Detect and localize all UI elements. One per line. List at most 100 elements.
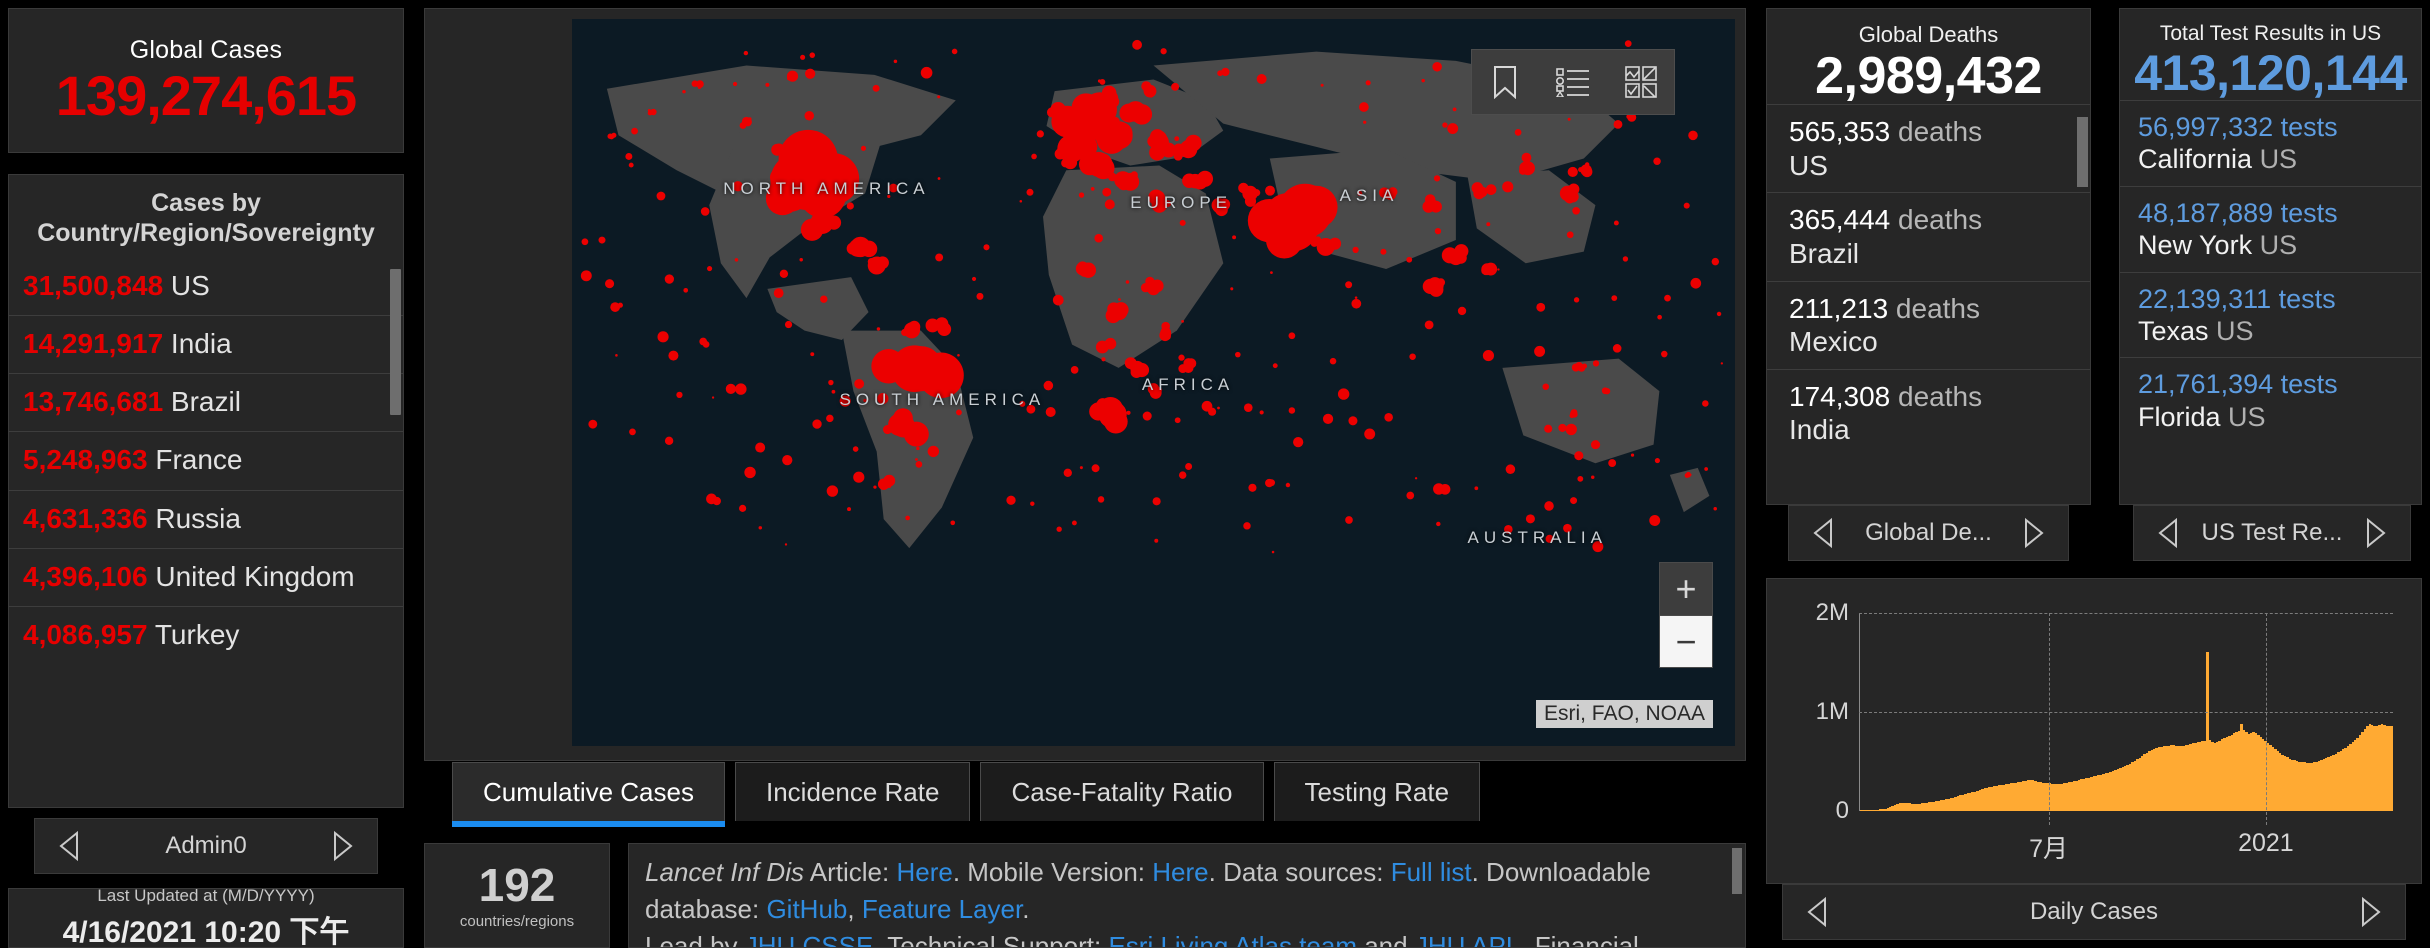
tests-item-suffix: US <box>2260 144 2298 174</box>
cases-item-value: 4,086,957 <box>23 619 148 650</box>
countries-count-label: countries/regions <box>460 913 574 930</box>
global-deaths-card: Global Deaths 2,989,432 565,353 deaths US… <box>1766 8 2091 505</box>
chevron-right-icon[interactable] <box>329 830 355 862</box>
legend-icon[interactable] <box>1550 59 1596 105</box>
us-tests-pager-label: US Test Re... <box>2182 519 2362 547</box>
chart-x-tick-label: 2021 <box>2238 829 2294 858</box>
countries-count-value: 192 <box>479 862 556 908</box>
global-deaths-pager-label: Global De... <box>1837 519 2020 547</box>
deaths-list-scrollbar[interactable] <box>2077 117 2088 187</box>
link-jhu-apl[interactable]: JHU APL <box>1415 931 1521 948</box>
tests-item-value: 21,761,394 <box>2138 369 2273 399</box>
basemap-gallery-icon[interactable] <box>1618 59 1664 105</box>
last-updated-card: Last Updated at (M/D/YYYY) 4/16/2021 10:… <box>8 888 404 948</box>
global-deaths-list[interactable]: 565,353 deaths US 365,444 deaths Brazil 211,… <box>1767 104 2090 457</box>
map-canvas[interactable]: NORTH AMERICA SOUTH AMERICA EUROPE ASIA AFRI… <box>572 19 1735 746</box>
chevron-right-icon[interactable] <box>2020 517 2046 549</box>
info-seg-1: Article: <box>804 857 896 887</box>
chart-y-tick-label: 1M <box>1816 698 1849 726</box>
tests-item-value: 22,139,311 <box>2138 284 2271 314</box>
map-label-australia: AUSTRALIA <box>1468 528 1607 548</box>
cases-list-item[interactable]: 14,291,917 India <box>9 315 403 373</box>
tab-testing-rate[interactable]: Testing Rate <box>1274 762 1481 821</box>
chevron-left-icon[interactable] <box>1805 896 1831 928</box>
cases-item-value: 5,248,963 <box>23 444 148 475</box>
deaths-item-value: 565,353 <box>1789 116 1890 147</box>
map-panel: NORTH AMERICA SOUTH AMERICA EUROPE ASIA AFRI… <box>424 8 1746 761</box>
cases-item-country: France <box>155 444 242 475</box>
deaths-list-item[interactable]: 211,213 deaths Mexico <box>1767 281 2090 369</box>
zoom-in-button[interactable]: + <box>1660 563 1712 615</box>
us-tests-column: Total Test Results in US 413,120,144 56,… <box>2119 8 2422 561</box>
chart-gridline <box>1859 712 2393 713</box>
tests-item-place: Florida US <box>2138 401 2409 433</box>
tests-list-item[interactable]: 21,761,394 tests Florida US <box>2120 357 2421 443</box>
info-panel-scrollbar[interactable] <box>1732 848 1742 894</box>
chevron-left-icon[interactable] <box>57 830 83 862</box>
zoom-out-button[interactable]: − <box>1660 615 1712 667</box>
cases-item-value: 14,291,917 <box>23 328 163 359</box>
info-seg-3: . Data sources: <box>1209 857 1391 887</box>
info-seg-7: Lead by <box>645 931 745 948</box>
cases-item-country: US <box>171 270 210 301</box>
deaths-list-item[interactable]: 174,308 deaths India <box>1767 369 2090 457</box>
cases-list-item[interactable]: 4,086,957 Turkey <box>9 606 403 664</box>
link-full-list[interactable]: Full list <box>1391 857 1472 887</box>
cases-by-country-list[interactable]: 31,500,848 US 14,291,917 India 13,746,681 … <box>9 258 403 664</box>
deaths-item-place: Mexico <box>1789 325 2076 359</box>
tests-item-suffix: US <box>2260 230 2298 260</box>
link-github[interactable]: GitHub <box>766 894 847 924</box>
cases-list-item[interactable]: 4,396,106 United Kingdom <box>9 548 403 606</box>
map-tab-bar[interactable]: Cumulative Cases Incidence Rate Case-Fatal… <box>452 762 1490 821</box>
tests-item-unit: tests <box>2281 112 2338 142</box>
chart-x-tick-label: 7月 <box>2029 829 2068 865</box>
admin0-pager[interactable]: Admin0 <box>34 818 378 874</box>
chevron-left-icon[interactable] <box>2156 517 2182 549</box>
cases-list-item[interactable]: 5,248,963 France <box>9 431 403 489</box>
map-tools-bar[interactable] <box>1471 49 1675 115</box>
bookmark-icon[interactable] <box>1482 59 1528 105</box>
us-tests-list[interactable]: 56,997,332 tests California US 48,187,889 … <box>2120 100 2421 443</box>
cases-list-item[interactable]: 4,631,336 Russia <box>9 490 403 548</box>
link-esri-living-atlas[interactable]: Esri Living Atlas team <box>1108 931 1357 948</box>
deaths-item-value: 174,308 <box>1789 381 1890 412</box>
tests-item-value: 56,997,332 <box>2138 112 2273 142</box>
cases-list-item[interactable]: 31,500,848 US <box>9 258 403 315</box>
cases-list-scrollbar[interactable] <box>390 269 401 415</box>
map-zoom-controls[interactable]: + − <box>1659 562 1713 668</box>
cases-by-country-card: Cases by Country/Region/Sovereignty 31,5… <box>8 174 404 808</box>
tests-list-item[interactable]: 22,139,311 tests Texas US <box>2120 272 2421 358</box>
deaths-list-item[interactable]: 565,353 deaths US <box>1767 104 2090 192</box>
deaths-item-unit: deaths <box>1896 293 1980 324</box>
tests-list-item[interactable]: 48,187,889 tests New York US <box>2120 186 2421 272</box>
lancet-title: Lancet Inf Dis <box>645 857 804 887</box>
tab-cumulative-cases[interactable]: Cumulative Cases <box>452 762 725 821</box>
info-seg-6: . <box>1022 894 1029 924</box>
deaths-list-item[interactable]: 365,444 deaths Brazil <box>1767 192 2090 280</box>
link-jhu-csse[interactable]: JHU CSSE <box>745 931 874 948</box>
link-feature-layer[interactable]: Feature Layer <box>862 894 1022 924</box>
tab-incidence-rate[interactable]: Incidence Rate <box>735 762 970 821</box>
tests-item-suffix: US <box>2216 316 2254 346</box>
tab-case-fatality-ratio[interactable]: Case-Fatality Ratio <box>980 762 1263 821</box>
us-tests-value: 413,120,144 <box>2120 46 2421 100</box>
chart-vline <box>2266 613 2267 825</box>
map-label-europe: EUROPE <box>1130 193 1232 213</box>
cases-item-country: United Kingdom <box>155 561 354 592</box>
tests-item-place: New York US <box>2138 229 2409 261</box>
chevron-left-icon[interactable] <box>1811 517 1837 549</box>
tests-list-item[interactable]: 56,997,332 tests California US <box>2120 100 2421 186</box>
link-here-2[interactable]: Here <box>1152 857 1208 887</box>
tests-item-value: 48,187,889 <box>2138 198 2273 228</box>
chart-y-tick-label: 2M <box>1816 599 1849 627</box>
daily-cases-pager[interactable]: Daily Cases <box>1782 884 2406 940</box>
chevron-right-icon[interactable] <box>2362 517 2388 549</box>
global-deaths-pager[interactable]: Global De... <box>1788 505 2069 561</box>
cases-list-item[interactable]: 13,746,681 Brazil <box>9 373 403 431</box>
daily-cases-pager-label: Daily Cases <box>1831 898 2357 926</box>
us-tests-card: Total Test Results in US 413,120,144 56,… <box>2119 8 2422 505</box>
us-tests-pager[interactable]: US Test Re... <box>2133 505 2411 561</box>
link-here-1[interactable]: Here <box>896 857 952 887</box>
chevron-right-icon[interactable] <box>2357 896 2383 928</box>
cases-item-country: Brazil <box>171 386 241 417</box>
